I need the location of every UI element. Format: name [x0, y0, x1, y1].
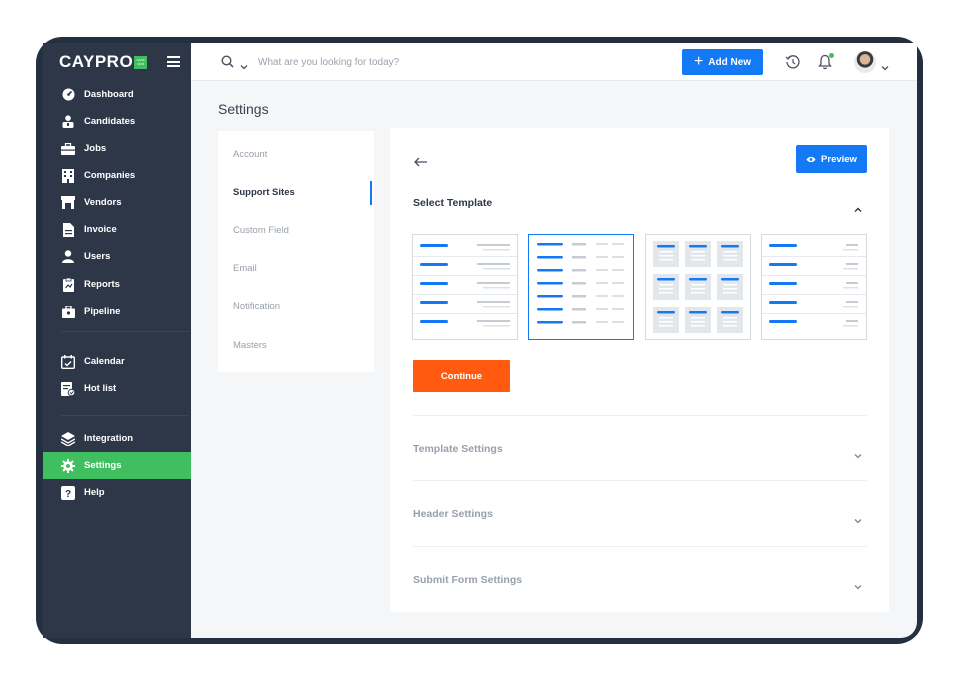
page-title: Settings — [218, 101, 269, 117]
candidates-icon — [61, 115, 75, 129]
settings-menu-item-notification[interactable]: Notification — [233, 301, 280, 312]
sidebar-divider — [61, 331, 189, 332]
sidebar-item-label: Invoice — [84, 224, 117, 235]
briefcase-icon — [61, 142, 75, 156]
section-divider — [413, 415, 867, 416]
template-settings-section[interactable]: Template Settings — [413, 443, 503, 455]
gear-icon — [61, 458, 75, 473]
settings-menu-item-support-sites[interactable]: Support Sites — [233, 187, 295, 198]
continue-button[interactable]: Continue — [413, 360, 510, 392]
select-template-title: Select Template — [413, 197, 493, 209]
active-indicator — [370, 181, 372, 205]
menu-toggle-icon[interactable] — [167, 56, 180, 67]
template-option-4[interactable] — [761, 234, 867, 340]
sidebar-item-label: Reports — [84, 279, 120, 290]
settings-menu-item-custom-field[interactable]: Custom Field — [233, 225, 289, 236]
sidebar-item-dashboard[interactable]: Dashboard — [43, 81, 191, 108]
sidebar-item-calendar[interactable]: Calendar — [43, 348, 191, 375]
sidebar-divider — [61, 415, 189, 416]
sidebar-item-vendors[interactable]: Vendors — [43, 189, 191, 216]
sidebar-item-users[interactable]: Users — [43, 243, 191, 270]
svg-text:?: ? — [65, 489, 71, 500]
sidebar-item-reports[interactable]: Reports — [43, 271, 191, 298]
pipeline-icon — [61, 305, 75, 319]
sidebar-item-label: Vendors — [84, 197, 122, 208]
template-1-preview — [413, 244, 517, 327]
back-arrow-icon[interactable] — [414, 154, 428, 172]
sidebar-item-label: Candidates — [84, 116, 136, 127]
sidebar-item-settings[interactable]: Settings — [43, 452, 191, 479]
search-icon[interactable] — [221, 55, 234, 73]
chevron-down-icon[interactable] — [240, 57, 248, 75]
store-icon — [61, 196, 75, 210]
chevron-down-icon[interactable] — [854, 577, 862, 595]
submit-form-settings-section[interactable]: Submit Form Settings — [413, 574, 522, 586]
hotlist-icon — [61, 381, 75, 396]
settings-menu-item-email[interactable]: Email — [233, 263, 257, 274]
user-icon — [61, 250, 75, 264]
sidebar-item-candidates[interactable]: Candidates — [43, 108, 191, 135]
sidebar-item-label: Help — [84, 487, 105, 498]
top-bar: + Add New — [191, 43, 917, 81]
sidebar-item-label: Pipeline — [84, 306, 121, 317]
avatar[interactable] — [854, 51, 876, 73]
chevron-down-icon[interactable] — [854, 446, 862, 464]
header-settings-section[interactable]: Header Settings — [413, 508, 493, 520]
template-2-preview — [537, 243, 624, 324]
sidebar-item-label: Jobs — [84, 143, 107, 154]
settings-menu: Account Support Sites Custom Field Email… — [218, 131, 374, 372]
sidebar-item-help[interactable]: ? Help — [43, 479, 191, 506]
add-new-button[interactable]: + Add New — [682, 49, 763, 75]
template-4-preview — [762, 244, 866, 327]
eye-icon — [806, 156, 816, 162]
plus-icon: + — [693, 53, 704, 70]
add-new-label: Add New — [708, 56, 752, 68]
dashboard-icon — [61, 88, 75, 102]
search-input[interactable] — [258, 53, 558, 71]
building-icon — [61, 168, 75, 183]
sidebar-item-hot-list[interactable]: Hot list — [43, 375, 191, 402]
sidebar-item-label: Dashboard — [84, 89, 134, 100]
template-panel: Preview Select Template Continue Templat… — [390, 128, 889, 612]
sidebar-item-label: Calendar — [84, 356, 125, 367]
template-option-3[interactable] — [645, 234, 751, 340]
chevron-up-icon[interactable] — [854, 200, 862, 218]
sidebar-item-companies[interactable]: Companies — [43, 162, 191, 189]
document-icon — [61, 222, 75, 237]
brand-name: CAYPRO — [59, 52, 134, 71]
brand-badge: SAAS CRM — [134, 55, 148, 69]
sidebar-item-integration[interactable]: Integration — [43, 425, 191, 452]
sidebar-item-label: Settings — [84, 460, 122, 471]
notification-dot — [829, 53, 834, 58]
template-option-2[interactable] — [528, 234, 634, 340]
sidebar-item-jobs[interactable]: Jobs — [43, 135, 191, 162]
sidebar-item-label: Companies — [84, 170, 136, 181]
sidebar-item-label: Hot list — [84, 383, 117, 394]
template-option-1[interactable] — [412, 234, 518, 340]
section-divider — [413, 480, 867, 481]
help-icon: ? — [61, 485, 75, 500]
calendar-icon — [61, 354, 75, 369]
sidebar-item-pipeline[interactable]: Pipeline — [43, 298, 191, 325]
sidebar: CAYPRO SAAS CRM Dashboard Candidates Job… — [43, 43, 191, 638]
preview-button[interactable]: Preview — [796, 145, 867, 173]
layers-icon — [61, 431, 75, 446]
report-icon — [61, 277, 75, 292]
sidebar-item-invoice[interactable]: Invoice — [43, 216, 191, 243]
app-screen: CAYPRO SAAS CRM Dashboard Candidates Job… — [43, 43, 917, 638]
preview-label: Preview — [821, 153, 857, 165]
sidebar-item-label: Users — [84, 251, 111, 262]
chevron-down-icon[interactable] — [854, 511, 862, 529]
chevron-down-icon[interactable] — [881, 58, 889, 76]
settings-menu-item-account[interactable]: Account — [233, 149, 267, 160]
history-icon[interactable] — [785, 54, 801, 75]
sidebar-item-label: Integration — [84, 433, 134, 444]
section-divider — [413, 546, 867, 547]
settings-menu-item-masters[interactable]: Masters — [233, 340, 267, 351]
template-3-preview — [653, 241, 743, 333]
